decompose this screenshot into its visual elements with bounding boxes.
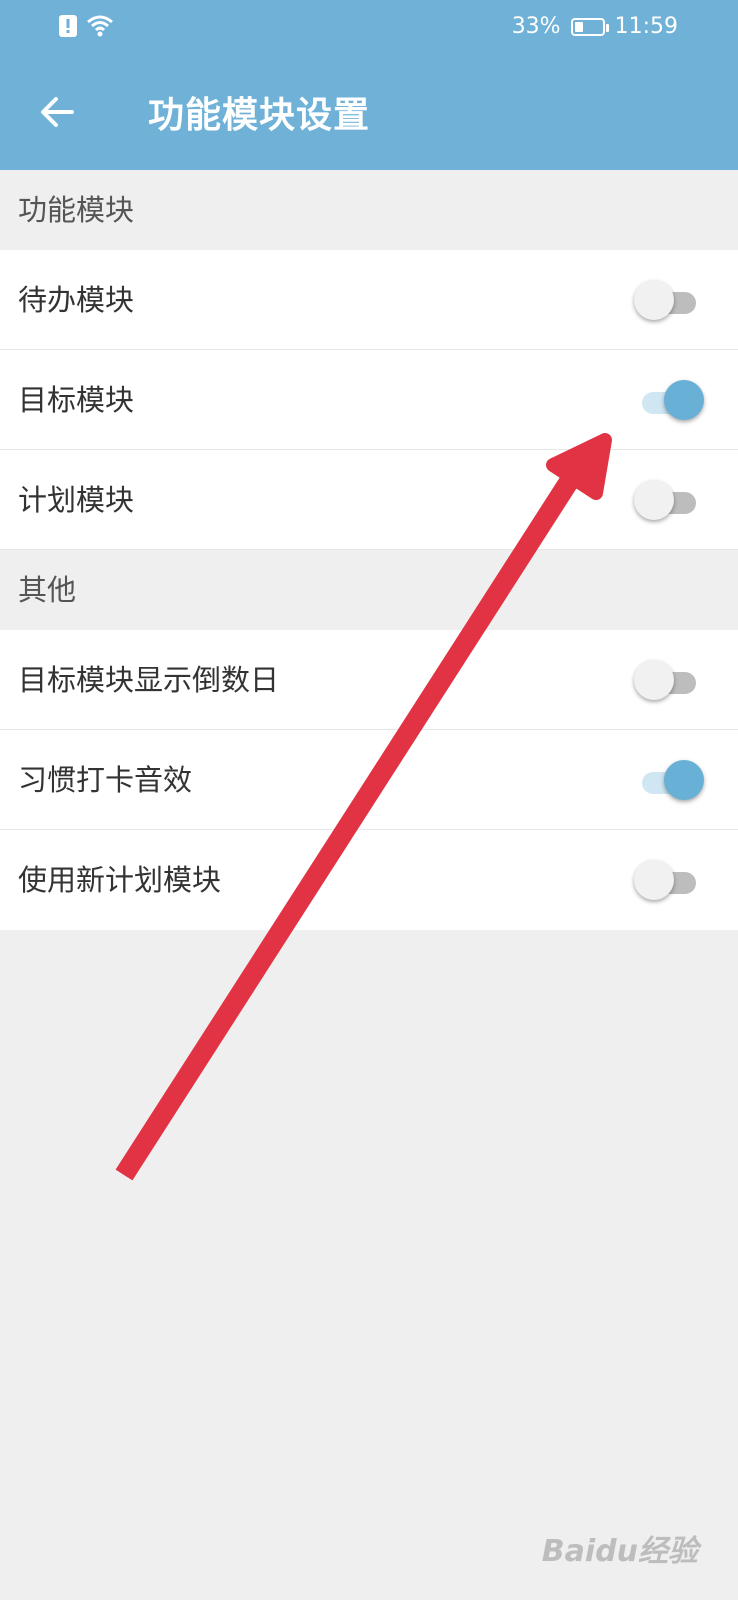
toggle-knob xyxy=(664,380,704,420)
setting-label: 习惯打卡音效 xyxy=(18,763,193,797)
arrow-left-icon xyxy=(41,97,74,127)
setting-row-goal: 目标模块 xyxy=(0,350,738,450)
toggle-switch[interactable] xyxy=(634,758,704,802)
toggle-switch[interactable] xyxy=(634,858,704,902)
clock: 11:59 xyxy=(614,14,678,39)
toggle-switch[interactable] xyxy=(634,658,704,702)
toggle-knob xyxy=(634,280,674,320)
page-title: 功能模块设置 xyxy=(148,95,371,136)
setting-row-todo: 待办模块 xyxy=(0,250,738,350)
battery-fill xyxy=(574,21,584,32)
setting-label: 目标模块 xyxy=(18,383,135,417)
status-left xyxy=(58,14,114,38)
toggle-knob xyxy=(634,480,674,520)
app-header: 33% 11:59 功能模块设置 xyxy=(0,0,738,170)
section-header-modules: 功能模块 xyxy=(18,193,135,227)
toggle-knob xyxy=(634,660,674,700)
setting-label: 使用新计划模块 xyxy=(18,863,222,897)
toggle-switch[interactable] xyxy=(634,278,704,322)
setting-label: 目标模块显示倒数日 xyxy=(18,663,280,697)
wifi-icon xyxy=(87,15,113,37)
setting-label: 计划模块 xyxy=(18,483,135,517)
section-header-other: 其他 xyxy=(18,573,77,607)
toggle-knob xyxy=(664,760,704,800)
watermark-logo: Baidu经验 xyxy=(541,1534,698,1569)
setting-row-habit-sound: 习惯打卡音效 xyxy=(0,730,738,830)
status-bar: 33% 11:59 xyxy=(0,0,738,56)
battery-percent: 33% xyxy=(511,14,561,39)
battery-icon xyxy=(570,17,609,36)
setting-label: 待办模块 xyxy=(18,283,135,317)
setting-row-new-plan: 使用新计划模块 xyxy=(0,830,738,930)
setting-row-countdown: 目标模块显示倒数日 xyxy=(0,630,738,730)
alert-icon xyxy=(59,15,77,37)
toggle-switch[interactable] xyxy=(634,378,704,422)
toggle-knob xyxy=(634,860,674,900)
setting-row-plan: 计划模块 xyxy=(0,450,738,550)
status-right: 33% 11:59 xyxy=(512,14,678,39)
back-button[interactable] xyxy=(38,92,78,132)
toggle-switch[interactable] xyxy=(634,478,704,522)
